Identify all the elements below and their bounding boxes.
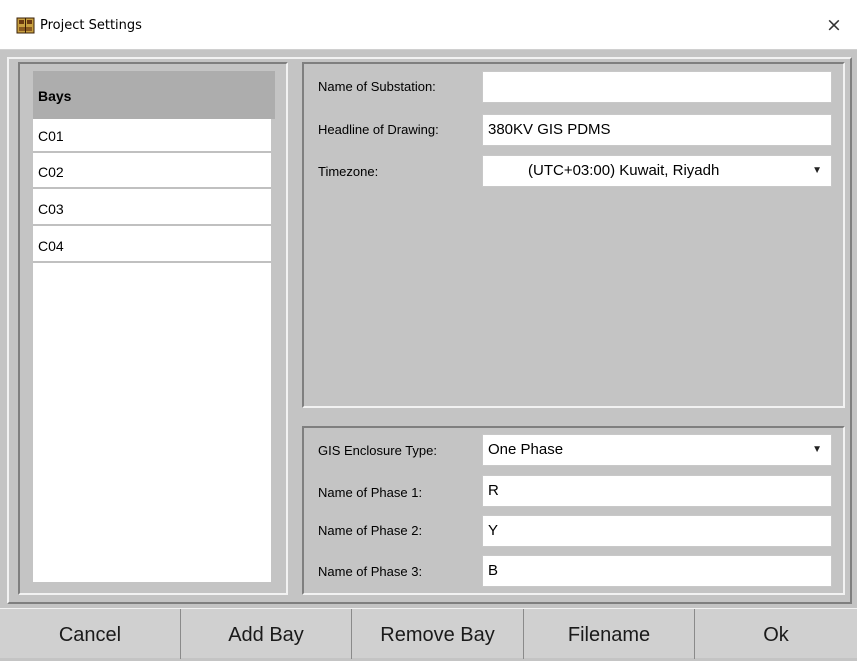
chevron-down-icon: ▼ [812,165,822,176]
title-bar: Project Settings × [0,0,857,50]
bay-item-c03[interactable]: C03 [33,192,271,226]
bay-item-c04[interactable]: C04 [33,229,271,263]
cancel-button[interactable]: Cancel [0,609,181,659]
phase1-input[interactable]: R [482,475,832,507]
app-logo-icon [16,17,35,34]
bays-list-scrollbar[interactable] [271,119,275,582]
timezone-dropdown[interactable]: (UTC+03:00) Kuwait, Riyadh ▼ [482,155,832,187]
remove-bay-button[interactable]: Remove Bay [352,609,524,659]
timezone-label: Timezone: [318,164,379,179]
button-bar: Cancel Add Bay Remove Bay Filename Ok [0,608,857,659]
enclosure-type-value: One Phase [488,441,564,458]
enclosure-type-dropdown[interactable]: One Phase ▼ [482,434,832,466]
phase2-input[interactable]: Y [482,515,832,547]
headline-input[interactable]: 380KV GIS PDMS [482,114,832,146]
timezone-value: (UTC+03:00) Kuwait, Riyadh [528,162,720,179]
phase3-label: Name of Phase 3: [318,564,423,579]
bays-list[interactable]: Bays C01 C02 C03 C04 [33,71,275,582]
enclosure-type-label: GIS Enclosure Type: [318,443,437,458]
chevron-down-icon: ▼ [812,444,822,455]
close-icon[interactable]: × [811,0,857,50]
phase3-input[interactable]: B [482,555,832,587]
bay-item-c02[interactable]: C02 [33,155,271,189]
substation-input[interactable] [482,71,832,103]
substation-label: Name of Substation: [318,79,436,94]
headline-label: Headline of Drawing: [318,122,439,137]
window-title: Project Settings [40,18,142,33]
phase1-label: Name of Phase 1: [318,485,423,500]
add-bay-button[interactable]: Add Bay [181,609,352,659]
ok-button[interactable]: Ok [695,609,857,659]
bays-header: Bays [33,71,275,119]
phase2-label: Name of Phase 2: [318,523,423,538]
filename-button[interactable]: Filename [524,609,695,659]
bay-item-c01[interactable]: C01 [33,119,271,153]
